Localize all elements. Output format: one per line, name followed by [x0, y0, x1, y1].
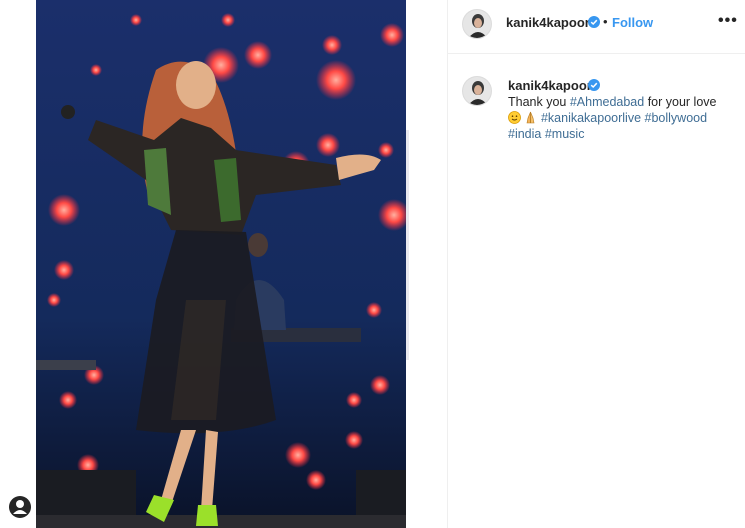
scroll-shade	[406, 130, 409, 360]
left-gutter	[0, 0, 36, 528]
hashtag-bollywood[interactable]: #bollywood	[645, 111, 708, 125]
caption-text: Thank you #Ahmedabad for your love #kani…	[508, 94, 740, 142]
hashtag-kanikakapoorlive[interactable]: #kanikakapoorlive	[541, 111, 641, 125]
caption-text-part: Thank you	[508, 95, 570, 109]
post-sidebar: kanik4kapoor • Follow ••• kanik4kapoor T…	[447, 0, 745, 528]
caption-text-part: for your love	[644, 95, 717, 109]
profile-avatar[interactable]	[462, 9, 492, 39]
verified-badge-icon	[588, 79, 600, 91]
caption-username[interactable]: kanik4kapoor	[508, 78, 592, 93]
header-username[interactable]: kanik4kapoor	[506, 15, 590, 30]
hashtag-ahmedabad[interactable]: #Ahmedabad	[570, 95, 644, 109]
verified-badge-icon	[588, 16, 600, 28]
hugging-face-emoji-icon	[508, 111, 521, 124]
follow-button[interactable]: Follow	[612, 15, 653, 30]
more-options-icon[interactable]: •••	[718, 12, 738, 30]
caption-avatar[interactable]	[462, 76, 492, 106]
hashtag-india[interactable]: #india	[508, 127, 541, 141]
separator-dot: •	[603, 14, 608, 29]
folded-hands-emoji-icon	[527, 111, 535, 124]
post-header: kanik4kapoor • Follow •••	[448, 0, 745, 54]
user-account-icon[interactable]	[9, 496, 31, 518]
post-photo[interactable]	[36, 0, 406, 528]
post-divider	[406, 0, 447, 528]
hashtag-music[interactable]: #music	[545, 127, 585, 141]
